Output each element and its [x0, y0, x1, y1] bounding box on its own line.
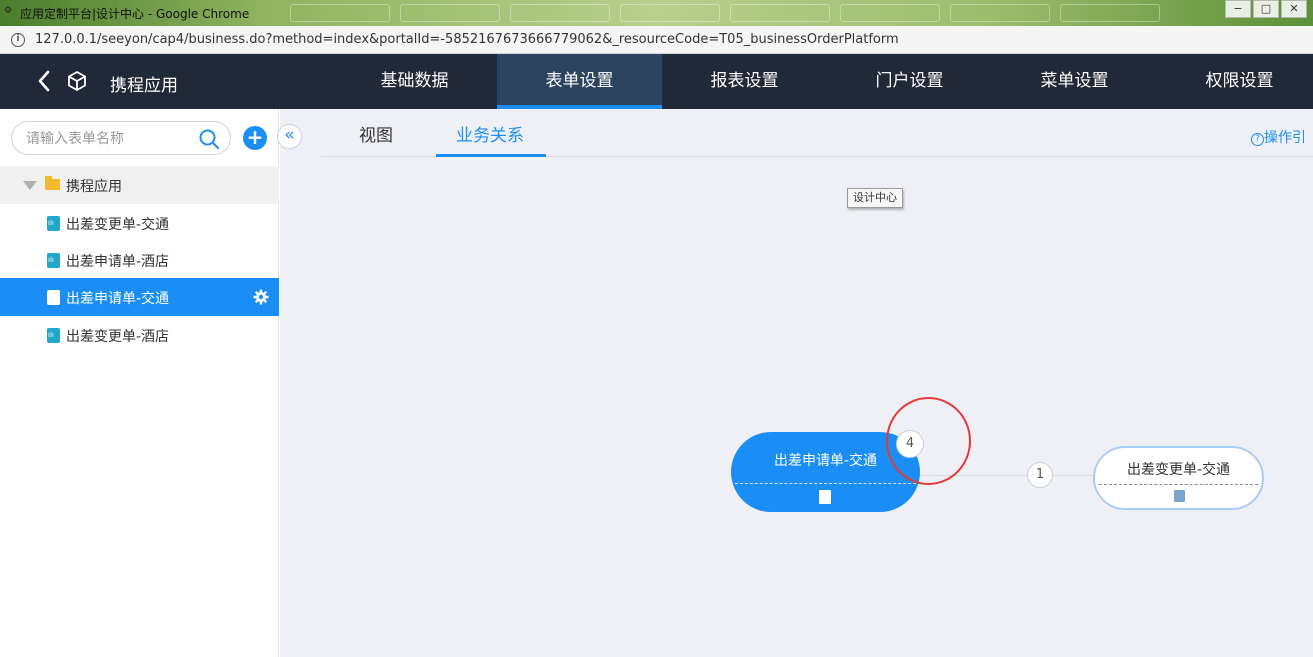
chart-doc-icon: [47, 216, 60, 231]
tree-item-label: 出差变更单-交通: [66, 217, 170, 233]
tree-item-label: 出差申请单-酒店: [66, 254, 170, 270]
node-divider: [1099, 484, 1258, 485]
tree-item-label: 出差变更单-酒店: [66, 329, 170, 345]
maximize-button[interactable]: □: [1253, 0, 1279, 18]
favicon-icon: ⚙: [4, 6, 13, 16]
caret-down-icon[interactable]: [23, 181, 37, 190]
file-icon: [819, 490, 831, 504]
browser-title-bar: ⚙ 应用定制平台|设计中心 - Google Chrome − □ ✕: [0, 0, 1313, 26]
collapse-sidebar-icon[interactable]: «: [277, 124, 302, 149]
add-form-button[interactable]: +: [243, 126, 267, 150]
tree-item-selected[interactable]: 出差申请单-交通: [0, 278, 279, 316]
back-arrow-icon[interactable]: [34, 68, 56, 94]
related-form-node[interactable]: 出差变更单-交通: [1093, 446, 1264, 510]
menu-basic-data[interactable]: 基础数据: [332, 54, 497, 109]
menu-report-settings[interactable]: 报表设置: [662, 54, 827, 109]
app-title: 携程应用: [110, 76, 178, 96]
top-navigation: 携程应用 基础数据 表单设置 报表设置 门户设置 菜单设置 权限设置: [0, 54, 1313, 109]
operation-guide-link[interactable]: ? 操作引: [1251, 127, 1306, 147]
background-tab[interactable]: [950, 4, 1050, 22]
folder-icon: [45, 176, 60, 190]
tree-root-label: 携程应用: [66, 179, 122, 195]
sidebar: + 携程应用 出差变更单-交通 出差申请单-酒店 出差申请单-交通: [0, 109, 279, 657]
tree-item-label: 出差申请单-交通: [66, 291, 170, 307]
background-tab[interactable]: [730, 4, 830, 22]
menu-menu-settings[interactable]: 菜单设置: [992, 54, 1157, 109]
tree-root-folder[interactable]: 携程应用: [0, 166, 279, 204]
close-button[interactable]: ✕: [1281, 0, 1307, 18]
background-tab[interactable]: [290, 4, 390, 22]
guide-label: 操作引: [1264, 130, 1306, 146]
tree-item[interactable]: 出差变更单-交通: [0, 204, 279, 242]
node-divider: [735, 483, 916, 484]
search-box[interactable]: [11, 121, 231, 155]
background-tab[interactable]: [1060, 4, 1160, 22]
background-tab[interactable]: [510, 4, 610, 22]
tab-business-relation[interactable]: 业务关系: [456, 121, 524, 146]
menu-portal-settings[interactable]: 门户设置: [827, 54, 992, 109]
tree-item[interactable]: 出差申请单-酒店: [0, 241, 279, 279]
tab-view[interactable]: 视图: [359, 121, 393, 146]
tooltip: 设计中心: [847, 188, 903, 208]
main-canvas: [280, 109, 1313, 657]
tab-bar: 视图 业务关系: [321, 109, 1313, 157]
search-icon[interactable]: [198, 128, 220, 150]
main-menu: 基础数据 表单设置 报表设置 门户设置 菜单设置 权限设置: [332, 54, 1313, 109]
highlight-annotation-circle: [886, 397, 971, 485]
minimize-button[interactable]: −: [1225, 0, 1251, 18]
chart-doc-icon: [1174, 490, 1185, 502]
menu-permission-settings[interactable]: 权限设置: [1157, 54, 1313, 109]
file-icon: [47, 290, 60, 305]
search-input[interactable]: [26, 129, 196, 149]
url-text[interactable]: 127.0.0.1/seeyon/cap4/business.do?method…: [35, 32, 899, 47]
chart-doc-icon: [47, 328, 60, 343]
help-icon: ?: [1251, 133, 1264, 146]
background-tab[interactable]: [620, 4, 720, 22]
background-tab[interactable]: [400, 4, 500, 22]
active-tab-indicator: [436, 154, 546, 157]
gear-icon[interactable]: [253, 289, 269, 305]
chart-doc-icon: [47, 253, 60, 268]
related-node-label: 出差变更单-交通: [1126, 462, 1231, 478]
link-count-badge[interactable]: 1: [1027, 462, 1053, 488]
info-icon[interactable]: i: [11, 33, 25, 47]
address-bar[interactable]: i 127.0.0.1/seeyon/cap4/business.do?meth…: [0, 26, 1313, 54]
menu-form-settings[interactable]: 表单设置: [497, 54, 662, 109]
window-title: 应用定制平台|设计中心 - Google Chrome: [20, 7, 250, 21]
tree-item[interactable]: 出差变更单-酒店: [0, 316, 279, 354]
background-tab[interactable]: [840, 4, 940, 22]
cube-icon: [68, 71, 86, 91]
